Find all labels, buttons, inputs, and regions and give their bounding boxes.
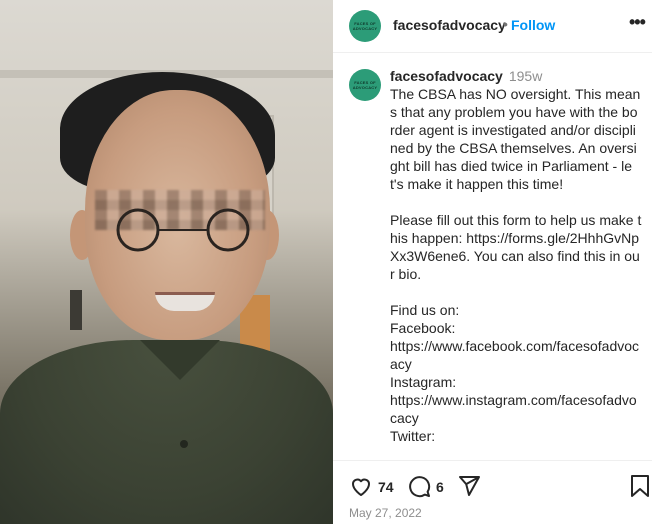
account-name[interactable]: facesofadvocacy	[393, 17, 506, 33]
caption-avatar[interactable]: FACES OF ADVOCACY	[349, 69, 381, 101]
shirt-button	[180, 440, 188, 448]
caption-age[interactable]: 195w	[509, 68, 542, 84]
comment-count[interactable]: 6	[436, 479, 444, 495]
action-bar: 74 6	[333, 460, 652, 501]
caption-username[interactable]: facesofadvocacy	[390, 68, 503, 84]
more-options-icon[interactable]: •••	[629, 12, 646, 33]
glasses	[116, 208, 250, 252]
caption: facesofadvocacy 195w The CBSA has NO over…	[390, 67, 642, 445]
share-icon[interactable]	[457, 474, 481, 498]
person-mouth	[155, 292, 215, 311]
post-panel: FACES OF ADVOCACY facesofadvocacy • Foll…	[333, 0, 652, 524]
like-count[interactable]: 74	[378, 479, 394, 495]
follow-button[interactable]: Follow	[511, 17, 555, 33]
person-shirt	[0, 340, 333, 524]
post-video[interactable]	[0, 0, 333, 524]
post-header: FACES OF ADVOCACY facesofadvocacy • Foll…	[333, 0, 652, 53]
bookmark-icon[interactable]	[630, 474, 650, 498]
caption-body: The CBSA has NO oversight. This means th…	[390, 86, 642, 444]
post-date[interactable]: May 27, 2022	[349, 506, 422, 520]
background-object	[70, 290, 82, 330]
heart-icon[interactable]	[349, 474, 373, 498]
comment-icon[interactable]	[407, 474, 431, 498]
account-avatar[interactable]: FACES OF ADVOCACY	[349, 10, 381, 42]
comments-area[interactable]: FACES OF ADVOCACY facesofadvocacy 195w Th…	[333, 53, 652, 458]
separator-dot: •	[503, 16, 508, 32]
